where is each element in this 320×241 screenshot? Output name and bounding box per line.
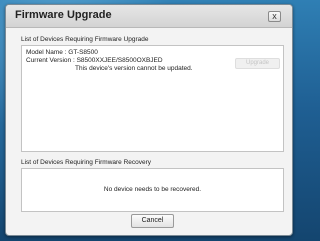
no-device-message: No device needs to be recovered. <box>103 186 202 193</box>
recovery-device-list: No device needs to be recovered. <box>21 168 284 212</box>
update-status-text: This device's version cannot be updated. <box>75 65 193 72</box>
current-version-text: Current Version : S8500XXJEE/S8500OXBJED <box>26 57 163 64</box>
cancel-button[interactable]: Cancel <box>131 214 174 228</box>
upgrade-button[interactable]: Upgrade <box>235 58 280 69</box>
upgrade-list-label: List of Devices Requiring Firmware Upgra… <box>21 36 149 43</box>
recovery-list-label: List of Devices Requiring Firmware Recov… <box>21 159 152 166</box>
dialog-title: Firmware Upgrade <box>15 9 112 21</box>
close-button[interactable]: x <box>268 11 281 22</box>
firmware-upgrade-dialog: Firmware Upgrade x List of Devices Requi… <box>5 4 293 236</box>
model-name-text: Model Name : GT-S8500 <box>26 49 98 56</box>
dialog-titlebar: Firmware Upgrade x <box>6 5 292 28</box>
upgrade-device-list: Model Name : GT-S8500 Current Version : … <box>21 45 284 152</box>
